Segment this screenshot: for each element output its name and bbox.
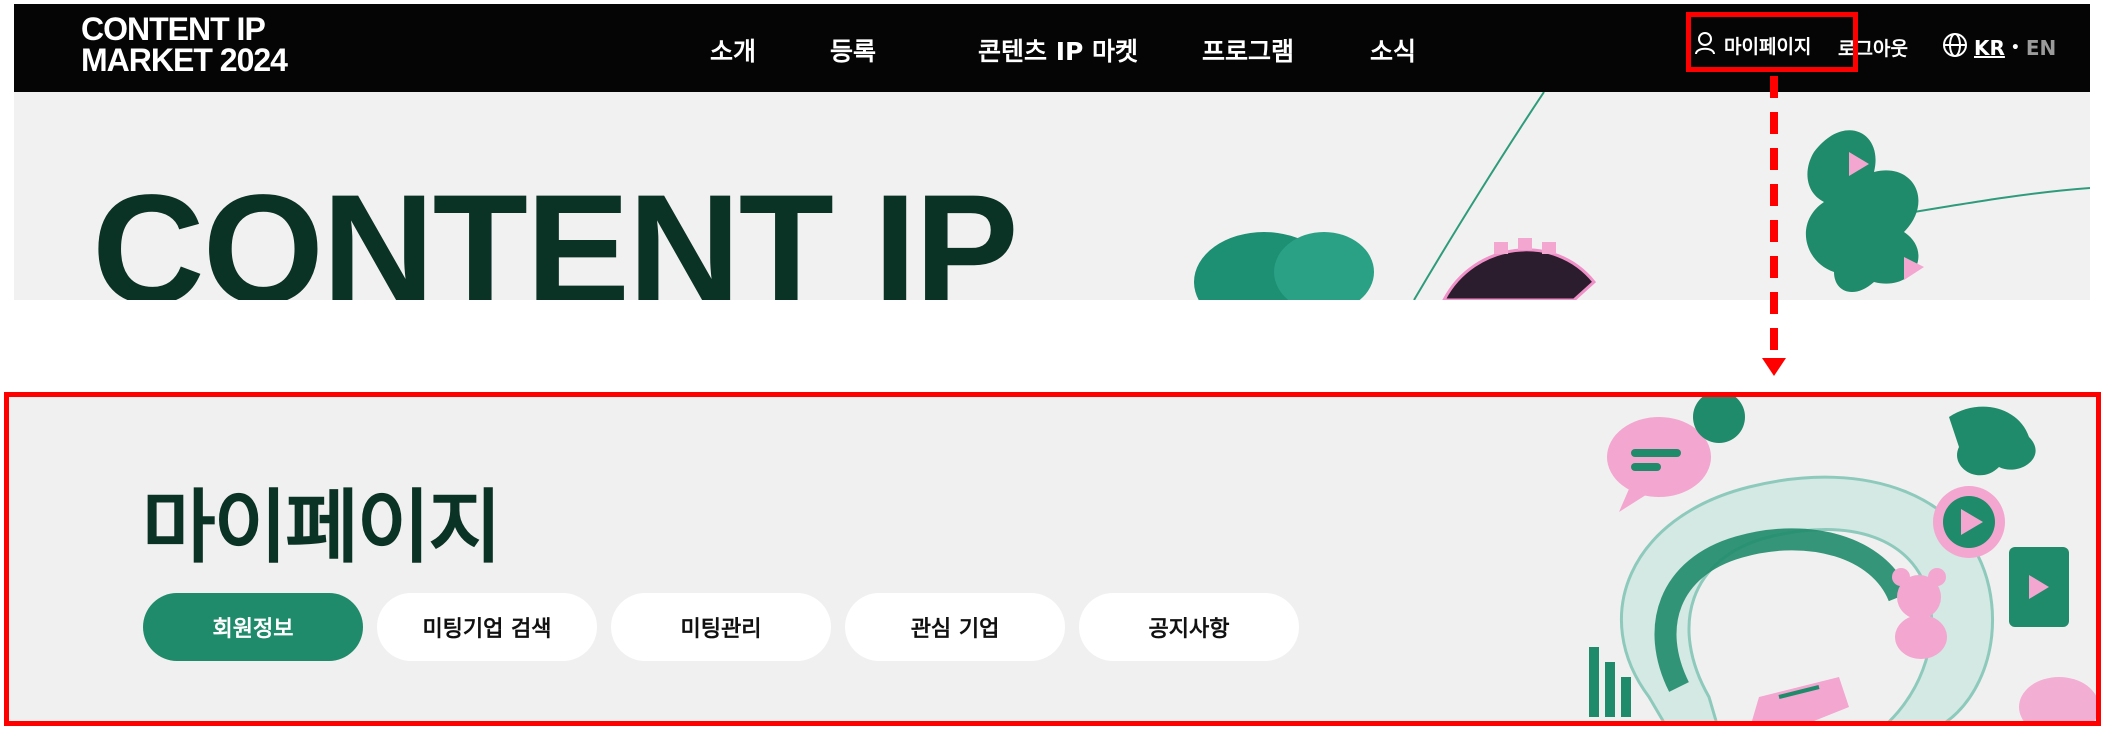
language-switcher: KR • EN [1942, 32, 2056, 63]
bar-shapes [1589, 647, 1631, 717]
mypage-highlight-box [1686, 12, 1858, 72]
hero-title: CONTENT IP [92, 163, 1019, 300]
speech-bubble-shape [1607, 417, 1711, 512]
nav-item-about[interactable]: 소개 [710, 32, 756, 68]
lang-en-option[interactable]: EN [2026, 36, 2056, 60]
tab-meeting-company-search[interactable]: 미팅기업 검색 [377, 593, 597, 661]
hero-decoration [1194, 92, 2090, 300]
lang-kr-option[interactable]: KR [1974, 36, 2005, 60]
green-blob-shape [1805, 130, 1924, 293]
pen-nib-shape [1751, 677, 1849, 721]
tab-interested-companies[interactable]: 관심 기업 [845, 593, 1065, 661]
dashed-arrow-icon [1762, 76, 1786, 376]
annotated-screenshot: CONTENT IP MARKET 2024 소개 등록 콘텐츠 IP 마켓 프… [0, 0, 2105, 729]
tab-notices[interactable]: 공지사항 [1079, 593, 1299, 661]
mypage-illustration [1589, 397, 2096, 721]
lang-separator: • [2010, 39, 2020, 56]
cloud-shape [1194, 232, 1374, 300]
mypage-screenshot: 마이페이지 회원정보 미팅기업 검색 미팅관리 관심 기업 공지사항 [4, 392, 2101, 726]
play-button-shape [1933, 486, 2005, 558]
mypage-tabs: 회원정보 미팅기업 검색 미팅관리 관심 기업 공지사항 [143, 593, 1299, 661]
nav-item-ip-market[interactable]: 콘텐츠 IP 마켓 [978, 32, 1138, 68]
nav-item-register[interactable]: 등록 [830, 32, 876, 68]
film-strip-shape [1442, 238, 1597, 300]
tab-member-info[interactable]: 회원정보 [143, 593, 363, 661]
tab-meeting-management[interactable]: 미팅관리 [611, 593, 831, 661]
globe-icon [1942, 32, 1968, 63]
nav-item-program[interactable]: 프로그램 [1202, 32, 1294, 68]
page-title: 마이페이지 [142, 481, 502, 574]
nav-item-news[interactable]: 소식 [1370, 32, 1416, 68]
